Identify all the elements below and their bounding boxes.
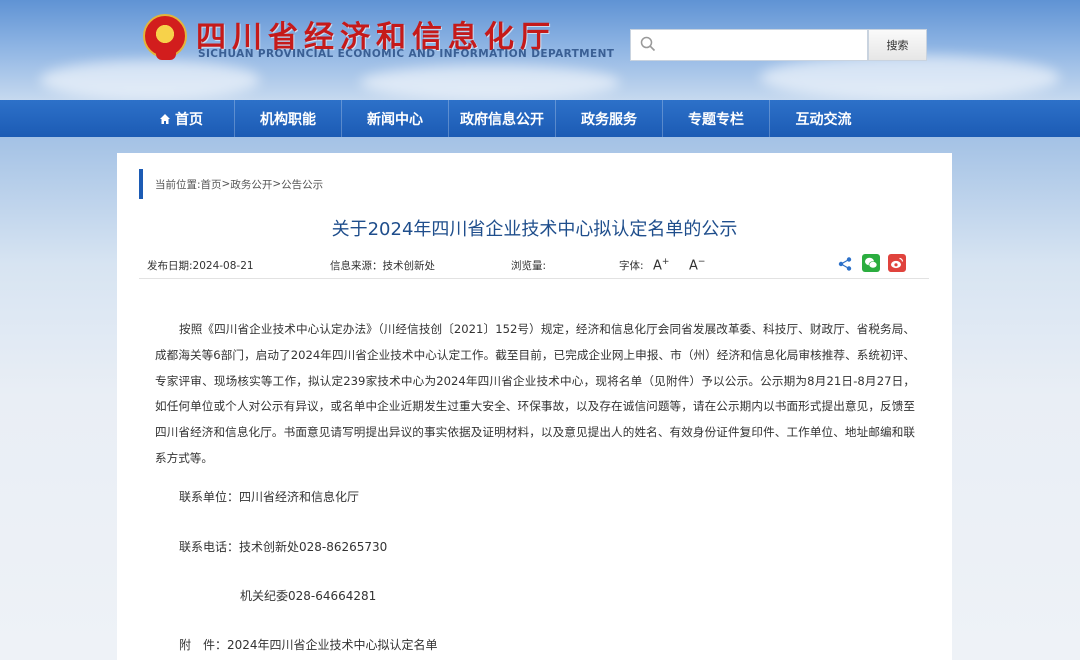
- view-count: 浏览量:: [511, 260, 547, 272]
- nav-item-home[interactable]: 首页: [128, 100, 235, 137]
- site-subtitle: SICHUAN PROVINCIAL ECONOMIC AND INFORMAT…: [198, 48, 615, 60]
- nav-item-label: 首页: [175, 111, 203, 128]
- contact-phone: 联系电话：技术创新处028-86265730: [179, 540, 388, 554]
- breadcrumb-separator: >: [221, 178, 231, 190]
- font-increase-button[interactable]: A+: [653, 257, 669, 273]
- article-title: 关于2024年四川省企业技术中心拟认定名单的公示: [331, 219, 738, 240]
- nav-item-functions[interactable]: 机构职能: [235, 100, 342, 137]
- main-nav: 首页 机构职能 新闻中心 政府信息公开 政务服务 专题专栏 互动交流: [0, 100, 1080, 137]
- contact-unit: 联系单位：四川省经济和信息化厅: [179, 490, 360, 504]
- nav-item-interaction[interactable]: 互动交流: [770, 100, 877, 137]
- nav-item-topics[interactable]: 专题专栏: [663, 100, 770, 137]
- nav-item-news[interactable]: 新闻中心: [342, 100, 449, 137]
- breadcrumb-separator: >: [272, 178, 282, 190]
- font-size-label: 字体:: [619, 260, 644, 272]
- national-emblem-icon: [143, 14, 187, 60]
- publish-date: 发布日期:2024-08-21: [147, 260, 254, 272]
- article-panel: 当前位置: 首页 > 政务公开 > 公告公示 关于2024年四川省企业技术中心拟…: [117, 153, 952, 660]
- breadcrumb-item-public[interactable]: 政务公开: [230, 177, 272, 192]
- info-source: 信息来源：技术创新处: [330, 260, 435, 272]
- article-meta: 发布日期:2024-08-21 信息来源：技术创新处 浏览量: 字体: A+ A…: [139, 253, 929, 279]
- home-icon: [160, 113, 170, 124]
- breadcrumb-item-notices[interactable]: 公告公示: [281, 177, 323, 192]
- article-paragraph: 按照《四川省企业技术中心认定办法》（川经信技创〔2021〕152号）规定，经济和…: [155, 322, 915, 465]
- search-button[interactable]: 搜索: [868, 29, 927, 61]
- font-increase-label: A: [653, 258, 662, 274]
- attachment-link[interactable]: 附 件：2024年四川省企业技术中心拟认定名单: [179, 636, 438, 653]
- breadcrumb-item-home[interactable]: 首页: [201, 177, 222, 192]
- search-icon: [640, 36, 656, 52]
- article-body: 按照《四川省企业技术中心认定办法》（川经信技创〔2021〕152号）规定，经济和…: [155, 317, 915, 472]
- share-icon[interactable]: [837, 256, 853, 272]
- weibo-share-icon[interactable]: [888, 254, 906, 272]
- nav-item-services[interactable]: 政务服务: [556, 100, 663, 137]
- wechat-share-icon[interactable]: [862, 254, 880, 272]
- nav-item-gov-info[interactable]: 政府信息公开: [449, 100, 556, 137]
- font-decrease-label: A: [689, 258, 698, 274]
- contact-phone-secondary: 机关纪委028-64664281: [240, 589, 377, 603]
- breadcrumb: 当前位置: 首页 > 政务公开 > 公告公示: [139, 169, 323, 199]
- breadcrumb-prefix: 当前位置:: [155, 178, 201, 191]
- site-header: 四川省经济和信息化厅 SICHUAN PROVINCIAL ECONOMIC A…: [0, 0, 1080, 100]
- search-input[interactable]: [630, 29, 868, 61]
- font-decrease-button[interactable]: A−: [689, 257, 705, 273]
- search-bar: 搜索: [630, 29, 927, 61]
